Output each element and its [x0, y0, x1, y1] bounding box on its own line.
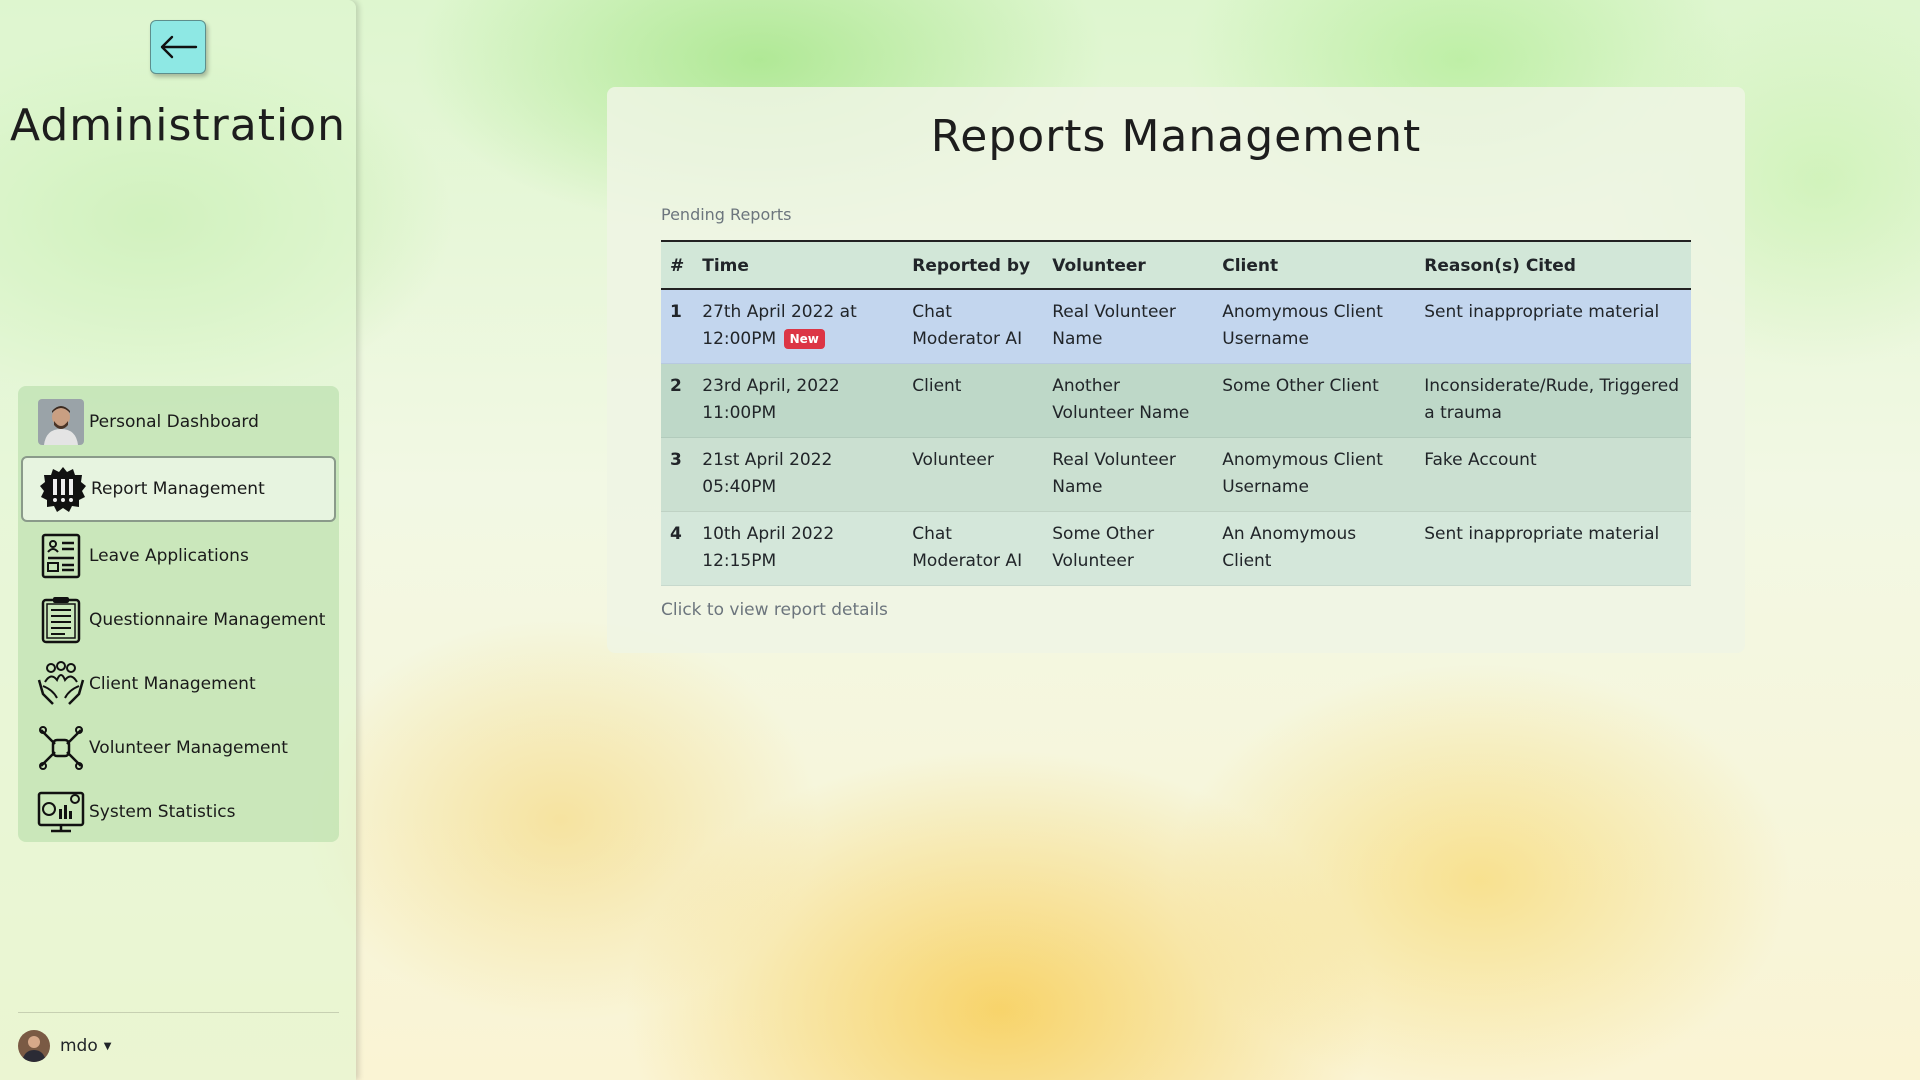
cell-number: 2: [670, 376, 682, 396]
table-row[interactable]: 1 27th April 2022 at 12:00PM New Chat Mo…: [661, 289, 1691, 364]
nav-item-volunteer-management[interactable]: Volunteer Management: [21, 718, 336, 778]
dashboard-monitor-icon: [37, 788, 85, 836]
nav-item-label: Report Management: [91, 479, 265, 499]
arrow-left-icon: [160, 35, 198, 59]
cell-volunteer: Real Volunteer Name: [1052, 302, 1176, 349]
cell-time: 10th April 2022 12:15PM: [702, 524, 835, 571]
cell-volunteer: Real Volunteer Name: [1052, 450, 1176, 497]
nav-item-label: Volunteer Management: [89, 738, 288, 758]
col-header-reasons: Reason(s) Cited: [1415, 240, 1691, 290]
cell-time: 23rd April, 2022 11:00PM: [702, 376, 840, 423]
cell-reasons: Fake Account: [1424, 450, 1537, 470]
cell-reasons: Inconsiderate/Rude, Triggered a trauma: [1424, 376, 1680, 423]
sidebar-divider: [18, 1012, 339, 1013]
nav-item-system-statistics[interactable]: System Statistics: [21, 782, 336, 842]
time-text: 27th April 2022 at 12:00PM: [702, 302, 857, 349]
col-header-client: Client: [1213, 240, 1416, 290]
nav-item-personal-dashboard[interactable]: Personal Dashboard: [21, 392, 336, 452]
col-header-time: Time: [693, 240, 904, 290]
user-name: mdo: [60, 1036, 98, 1056]
cell-time: 27th April 2022 at 12:00PM New: [693, 289, 903, 364]
table-row[interactable]: 4 10th April 2022 12:15PM Chat Moderator…: [661, 511, 1691, 586]
table-row[interactable]: 3 21st April 2022 05:40PM Volunteer Real…: [661, 437, 1691, 512]
page-title: Reports Management: [930, 111, 1422, 162]
table-row[interactable]: 2 23rd April, 2022 11:00PM Client Anothe…: [661, 363, 1691, 438]
sidebar: Administration Personal Dashboard Report…: [0, 0, 356, 1080]
sidebar-nav: Personal Dashboard Report Management Lea…: [18, 386, 339, 842]
new-badge: New: [783, 329, 825, 349]
nav-item-label: Questionnaire Management: [89, 610, 326, 630]
nav-item-label: Client Management: [89, 674, 256, 694]
nav-item-label: System Statistics: [89, 802, 236, 822]
cell-number: 4: [670, 524, 682, 544]
col-header-number: #: [661, 240, 694, 290]
clipboard-icon: [37, 596, 85, 644]
table-footer-caption: Click to view report details: [661, 600, 888, 620]
nav-item-leave-applications[interactable]: Leave Applications: [21, 526, 336, 586]
caret-down-icon: ▼: [103, 1040, 112, 1052]
form-document-icon: [37, 532, 85, 580]
cell-client: An Anomymous Client: [1222, 524, 1357, 571]
cell-reported-by: Chat Moderator AI: [912, 302, 1023, 349]
people-in-hands-icon: [37, 660, 85, 708]
reports-card: Reports Management Pending Reports # Tim…: [607, 87, 1745, 653]
nav-item-label: Leave Applications: [89, 546, 249, 566]
hands-together-icon: [37, 724, 85, 772]
nav-item-questionnaire-management[interactable]: Questionnaire Management: [21, 590, 336, 650]
cell-reasons: Sent inappropriate material: [1424, 302, 1660, 322]
cell-reported-by: Chat Moderator AI: [912, 524, 1023, 571]
cell-client: Anomymous Client Username: [1222, 302, 1383, 349]
nav-item-client-management[interactable]: Client Management: [21, 654, 336, 714]
back-button[interactable]: [150, 20, 206, 74]
cell-number: 1: [670, 302, 682, 322]
avatar-photo: [37, 398, 85, 446]
table-caption: Pending Reports: [661, 205, 792, 224]
cell-time: 21st April 2022 05:40PM: [702, 450, 833, 497]
reports-table: # Time Reported by Volunteer Client Reas…: [661, 240, 1691, 586]
sidebar-title: Administration: [10, 100, 346, 151]
cell-client: Some Other Client: [1222, 376, 1379, 396]
cell-reasons: Sent inappropriate material: [1424, 524, 1660, 544]
col-header-volunteer: Volunteer: [1043, 240, 1214, 290]
user-menu[interactable]: mdo ▼: [18, 1030, 111, 1062]
avatar: [18, 1030, 50, 1062]
cell-reported-by: Client: [912, 376, 962, 396]
report-badge-icon: [39, 465, 87, 513]
cell-client: Anomymous Client Username: [1222, 450, 1383, 497]
cell-number: 3: [670, 450, 682, 470]
nav-item-label: Personal Dashboard: [89, 412, 259, 432]
nav-item-report-management[interactable]: Report Management: [21, 456, 336, 522]
cell-volunteer: Another Volunteer Name: [1052, 376, 1190, 423]
col-header-reported-by: Reported by: [903, 240, 1044, 290]
cell-volunteer: Some Other Volunteer: [1052, 524, 1155, 571]
cell-reported-by: Volunteer: [912, 450, 994, 470]
